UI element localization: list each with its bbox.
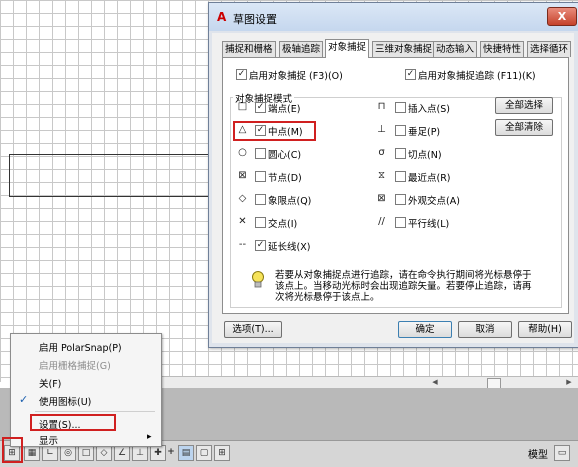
tab-polar-tracking[interactable]: 极轴追踪 [279,41,324,57]
menu-item-display[interactable]: 显示 ▸ [11,430,161,448]
select-all-button[interactable]: 全部选择 [495,97,553,114]
clear-all-button[interactable]: 全部清除 [495,119,553,136]
drafting-settings-dialog: A 草图设置 X 捕捉和栅格 极轴追踪 对象捕捉 三维对象捕捉 动态输入 快捷特… [208,2,578,348]
tangent-icon: σ [378,147,385,158]
center-checkbox[interactable] [255,148,266,159]
lineweight-button[interactable]: ▤ [178,445,194,461]
tangent-checkbox[interactable] [395,148,406,159]
scroll-right-icon[interactable]: ▶ [564,378,574,387]
extension-icon: -- [238,239,247,250]
dialog-client: 捕捉和栅格 极轴追踪 对象捕捉 三维对象捕捉 动态输入 快捷特性 选择循环 ✓ … [212,33,574,343]
extension-label: 延长线(X) [268,242,311,253]
menu-item-label: 启用栅格捕捉(G) [39,361,111,372]
dialog-titlebar[interactable]: A 草图设置 X [209,3,578,31]
insertion-icon: ⊓ [377,101,386,112]
midpoint-highlight [233,121,316,141]
snap-button-highlight [2,437,23,463]
quadrant-label: 象限点(Q) [268,196,312,207]
tab-snap-grid[interactable]: 捕捉和栅格 [222,41,276,57]
submenu-arrow-icon: ▸ [147,432,152,442]
enable-osnap-checkbox[interactable]: ✓ [236,69,247,80]
menu-separator [35,411,155,412]
apparent-intersection-label: 外观交点(A) [408,196,460,207]
intersection-icon: ✕ [238,216,247,227]
insertion-checkbox[interactable] [395,102,406,113]
parallel-label: 平行线(L) [408,219,450,230]
tab-object-snap[interactable]: 对象捕捉 [325,39,370,58]
insertion-label: 插入点(S) [408,104,450,115]
enable-osnap-label: 启用对象捕捉 (F3)(O) [249,71,343,82]
dialog-title: 草图设置 [233,13,277,26]
nearest-icon: ⧖ [377,170,386,181]
endpoint-checkbox[interactable]: ✓ [255,102,266,113]
tab-selection-cycling[interactable]: 选择循环 [527,41,572,57]
endpoint-icon: □ [237,101,248,112]
ok-button[interactable]: 确定 [398,321,452,338]
center-icon: ○ [238,147,247,158]
tangent-label: 切点(N) [408,150,442,161]
plus-icon[interactable]: + [164,445,178,459]
perpendicular-label: 垂足(P) [408,127,441,138]
menu-item-label: 显示 [39,436,59,447]
scroll-left-icon[interactable]: ◀ [430,378,440,387]
menu-item-polarsnap[interactable]: 启用 PolarSnap(P) [11,337,161,355]
transparency-button[interactable]: ▢ [196,445,212,461]
settings-highlight [30,414,116,431]
layout-icon[interactable]: ▭ [554,445,570,461]
menu-item-grid-snap[interactable]: 启用栅格捕捉(G) [11,355,161,373]
extension-checkbox[interactable]: ✓ [255,240,266,251]
autocad-logo-icon: A [217,10,227,24]
drawn-rectangle[interactable] [9,154,223,197]
apparent-intersection-icon: ⊠ [377,193,386,204]
help-button[interactable]: 帮助(H) [518,321,572,338]
parallel-checkbox[interactable] [395,217,406,228]
endpoint-label: 端点(E) [268,104,301,115]
perpendicular-icon: ⊥ [377,124,386,135]
model-space-label[interactable]: 模型 [528,446,548,461]
intersection-label: 交点(I) [268,219,298,230]
node-checkbox[interactable] [255,171,266,182]
lightbulb-icon [252,271,264,288]
tab-dynamic-input[interactable]: 动态输入 [433,41,478,57]
options-button[interactable]: 选项(T)... [224,321,282,338]
object-snap-panel: ✓ 启用对象捕捉 (F3)(O) ✓ 启用对象捕捉追踪 (F11)(K) 对象捕… [222,57,569,314]
nearest-checkbox[interactable] [395,171,406,182]
menu-item-label: 关(F) [39,379,62,390]
snap-context-menu: 启用 PolarSnap(P) 启用栅格捕捉(G) 关(F) ✓ 使用图标(U)… [10,333,162,447]
tip-line: 该点上。当移动光标时会出现追踪矢量。若要停止追踪，请再 [275,281,532,292]
quadrant-checkbox[interactable] [255,194,266,205]
nearest-label: 最近点(R) [408,173,451,184]
menu-item-label: 使用图标(U) [39,397,92,408]
menu-item-use-icons[interactable]: ✓ 使用图标(U) [11,391,161,409]
tracking-tip: 若要从对象捕捉点进行追踪，请在命令执行期间将光标悬停于 该点上。当移动光标时会出… [275,270,565,303]
tip-line: 次将光标悬停于该点上。 [275,292,380,303]
quadrant-icon: ◇ [238,193,247,204]
tab-3d-object-snap[interactable]: 三维对象捕捉 [372,41,436,57]
parallel-icon: // [378,216,385,227]
tip-line: 若要从对象捕捉点进行追踪，请在命令执行期间将光标悬停于 [275,270,532,281]
quick-properties-button[interactable]: ⊞ [214,445,230,461]
node-label: 节点(D) [268,173,302,184]
node-icon: ⊠ [238,170,247,181]
checkmark-icon: ✓ [19,393,29,406]
enable-tracking-checkbox[interactable]: ✓ [405,69,416,80]
cancel-button[interactable]: 取消 [458,321,512,338]
center-label: 圆心(C) [268,150,302,161]
tab-quick-properties[interactable]: 快捷特性 [480,41,525,57]
enable-tracking-label: 启用对象捕捉追踪 (F11)(K) [418,71,536,82]
intersection-checkbox[interactable] [255,217,266,228]
menu-item-label: 启用 PolarSnap(P) [39,343,122,354]
perpendicular-checkbox[interactable] [395,125,406,136]
apparent-intersection-checkbox[interactable] [395,194,406,205]
close-button[interactable]: X [547,7,577,26]
menu-item-off[interactable]: 关(F) [11,373,161,391]
